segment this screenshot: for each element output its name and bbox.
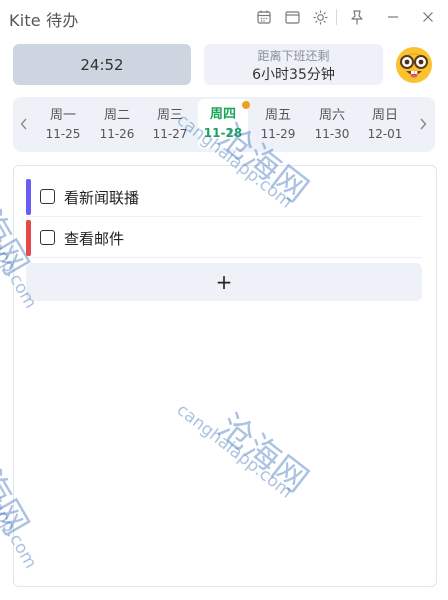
add-task-button[interactable]: + (26, 263, 422, 301)
day-name: 周二 (103, 108, 130, 123)
plus-icon: + (215, 270, 233, 294)
app-title: Kite 待办 (9, 11, 79, 30)
close-icon[interactable] (419, 8, 437, 26)
offwork-label: 距离下班还剩 (257, 49, 330, 63)
title-bar-divider (336, 9, 337, 25)
day-date: 11-27 (152, 127, 188, 141)
day-date: 11-28 (203, 126, 243, 140)
chevron-left-icon[interactable] (17, 115, 31, 133)
task-item[interactable]: 查看邮件 (26, 219, 422, 258)
timer-value: 24:52 (80, 55, 124, 74)
nerd-face-avatar[interactable] (394, 45, 434, 85)
title-bar: Kite 待办 (0, 0, 448, 36)
task-panel: 看新闻联播 查看邮件 + (13, 165, 437, 587)
task-checkbox[interactable] (40, 189, 55, 204)
day-wednesday[interactable]: 周三 11-27 (145, 102, 195, 148)
day-thursday-selected[interactable]: 周四 11-28 (198, 99, 250, 149)
task-checkbox[interactable] (40, 230, 55, 245)
day-monday[interactable]: 周一 11-25 (38, 102, 88, 148)
day-date: 11-26 (99, 127, 135, 141)
day-date: 11-25 (45, 127, 81, 141)
task-item[interactable]: 看新闻联播 (26, 178, 422, 217)
day-name: 周一 (49, 108, 76, 123)
day-date: 11-30 (314, 127, 350, 141)
day-name: 周四 (209, 107, 236, 122)
offwork-countdown: 距离下班还剩 6小时35分钟 (204, 44, 383, 85)
task-label: 查看邮件 (64, 230, 125, 248)
day-saturday[interactable]: 周六 11-30 (307, 102, 357, 148)
day-name: 周六 (318, 108, 345, 123)
calendar-icon[interactable] (255, 8, 273, 26)
day-name: 周日 (371, 108, 398, 123)
day-date: 11-29 (260, 127, 296, 141)
minimize-icon[interactable] (384, 8, 402, 26)
day-tuesday[interactable]: 周二 11-26 (92, 102, 142, 148)
day-friday[interactable]: 周五 11-29 (253, 102, 303, 148)
day-sunday[interactable]: 周日 12-01 (360, 102, 410, 148)
task-color-bar (26, 220, 31, 256)
day-date: 12-01 (367, 127, 403, 141)
today-dot-indicator (242, 101, 250, 109)
task-color-bar (26, 179, 31, 215)
pin-icon[interactable] (348, 8, 366, 26)
sun-icon[interactable] (311, 8, 329, 26)
week-selector: 周一 11-25 周二 11-26 周三 11-27 周四 11-28 周五 1… (13, 97, 435, 152)
task-label: 看新闻联播 (64, 189, 140, 207)
day-name: 周五 (264, 108, 291, 123)
offwork-value: 6小时35分钟 (252, 67, 335, 83)
window-icon[interactable] (283, 8, 301, 26)
day-name: 周三 (156, 108, 183, 123)
chevron-right-icon[interactable] (416, 115, 430, 133)
pomodoro-timer-button[interactable]: 24:52 (13, 44, 191, 85)
